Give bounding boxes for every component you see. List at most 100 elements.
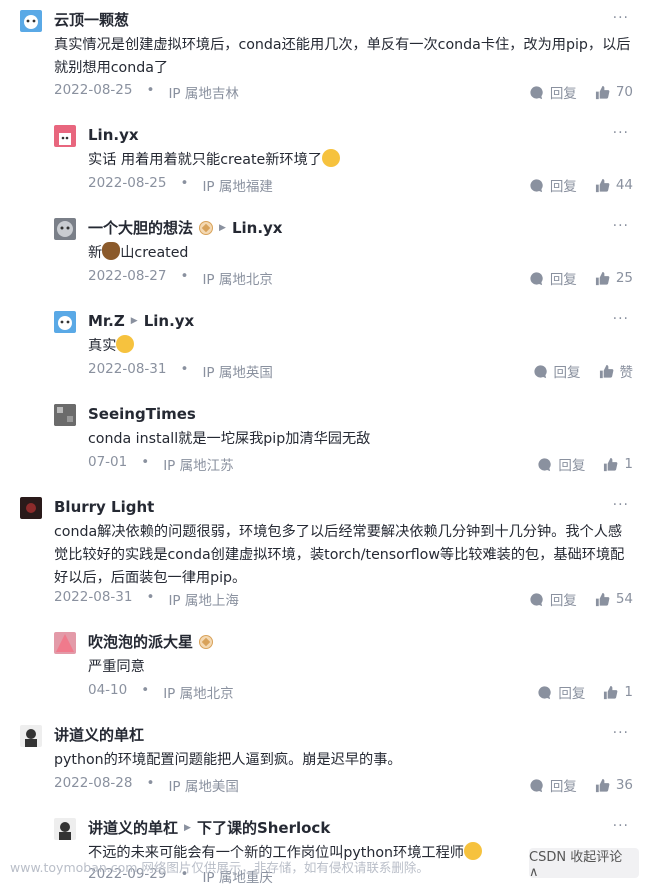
reply-to-username[interactable]: 下了课的Sherlock: [197, 818, 330, 838]
more-icon[interactable]: ···: [613, 818, 629, 834]
thumbs-up-icon: [595, 592, 610, 606]
reply-icon: [530, 85, 543, 99]
avatar[interactable]: [20, 10, 42, 32]
reply-button[interactable]: 回复: [529, 175, 577, 195]
thumbs-up-icon: [599, 364, 613, 378]
username[interactable]: 一个大胆的想法: [88, 218, 193, 238]
comment-text: 真实情况是创建虚拟环境后，conda还能用几次，单反有一次conda卡住，改为用…: [54, 37, 631, 76]
avatar[interactable]: [54, 404, 76, 426]
more-icon[interactable]: ···: [613, 311, 629, 327]
ip-location: IP 属地英国: [202, 365, 273, 381]
rofl-emoji-icon: [321, 149, 340, 167]
ip-location: IP 属地上海: [168, 593, 239, 609]
comment-date: 2022-08-31: [88, 361, 167, 377]
thumbs-up-icon: [604, 685, 618, 699]
avatar[interactable]: [54, 311, 76, 333]
reply-button[interactable]: 回复: [533, 361, 581, 381]
ip-location: IP 属地吉林: [168, 86, 239, 102]
reply-icon: [533, 364, 547, 378]
thumbs-up-icon: [595, 178, 610, 192]
comment-date: 2022-08-28: [54, 775, 133, 791]
comment-text: conda install就是一坨屎我pip加清华园无敌: [88, 431, 371, 447]
comment-text: 严重同意: [88, 659, 145, 675]
level-badge-icon: [199, 635, 214, 649]
ip-location: IP 属地北京: [202, 272, 273, 288]
thumbs-up-icon: [604, 457, 618, 471]
reply-icon: [538, 457, 552, 471]
more-icon[interactable]: ···: [613, 125, 629, 141]
like-button[interactable]: 1: [603, 684, 633, 700]
username[interactable]: 吹泡泡的派大星: [88, 632, 193, 652]
like-button[interactable]: 25: [595, 270, 633, 286]
watermark: www.toymoban.com 网络图片仅供展示，非存储，如有侵权请联系删除。: [10, 860, 429, 875]
dot: •: [180, 268, 189, 284]
avatar[interactable]: [54, 125, 76, 147]
dot: •: [146, 775, 155, 791]
reply-icon: [538, 685, 552, 699]
avatar[interactable]: [20, 725, 42, 747]
reply-icon: [530, 592, 543, 606]
avatar[interactable]: [54, 218, 76, 240]
username[interactable]: Blurry Light: [54, 497, 154, 517]
avatar[interactable]: [20, 497, 42, 519]
ip-location: IP 属地福建: [202, 179, 273, 195]
like-button[interactable]: 赞: [599, 361, 633, 381]
reply-arrow-icon: ▶: [130, 316, 138, 326]
like-button[interactable]: 44: [595, 177, 633, 193]
reply-button[interactable]: 回复: [537, 682, 585, 702]
poop-emoji-icon: [102, 242, 121, 260]
avatar[interactable]: [54, 818, 76, 840]
username[interactable]: SeeingTimes: [88, 404, 196, 424]
reply-button[interactable]: 回复: [537, 454, 585, 474]
reply-icon: [530, 271, 543, 285]
reply-button[interactable]: 回复: [529, 775, 577, 795]
comment-date: 2022-08-25: [88, 175, 167, 191]
username[interactable]: 讲道义的单杠: [88, 818, 178, 838]
avatar[interactable]: [54, 632, 76, 654]
like-button[interactable]: 36: [595, 777, 633, 793]
dot: •: [141, 682, 150, 698]
reply-to-username[interactable]: Lin.yx: [232, 218, 283, 238]
reply-button[interactable]: 回复: [529, 268, 577, 288]
dot: •: [141, 454, 150, 470]
comment-text: 新山created: [88, 242, 633, 265]
like-button[interactable]: 54: [595, 591, 633, 607]
more-icon[interactable]: ···: [613, 725, 629, 741]
username[interactable]: Lin.yx: [88, 125, 139, 145]
ip-location: IP 属地美国: [168, 779, 239, 795]
comment-date: 2022-08-31: [54, 589, 133, 605]
sweat-emoji-icon: [116, 335, 135, 353]
dot: •: [180, 361, 189, 377]
rofl-emoji-icon: [463, 842, 482, 860]
username[interactable]: 云顶一颗葱: [54, 10, 129, 30]
more-icon[interactable]: ···: [613, 497, 629, 513]
thumbs-up-icon: [595, 85, 610, 99]
dot: •: [180, 175, 189, 191]
reply-button[interactable]: 回复: [529, 589, 577, 609]
reply-icon: [530, 178, 543, 192]
like-button[interactable]: 1: [603, 456, 633, 472]
dot: •: [146, 82, 155, 98]
comment-date: 07-01: [88, 454, 128, 470]
ip-location: IP 属地江苏: [163, 458, 234, 474]
thumbs-up-icon: [595, 778, 610, 792]
reply-button[interactable]: 回复: [529, 82, 577, 102]
username[interactable]: Mr.Z: [88, 311, 125, 331]
reply-icon: [530, 778, 543, 792]
username[interactable]: 讲道义的单杠: [54, 725, 144, 745]
thumbs-up-icon: [595, 271, 610, 285]
level-badge-icon: [199, 221, 214, 235]
comment-text: 实话 用着用着就只能create新环境了: [88, 149, 633, 172]
more-icon[interactable]: ···: [613, 10, 629, 26]
comment-date: 2022-08-27: [88, 268, 167, 284]
dot: •: [146, 589, 155, 605]
reply-arrow-icon: ▶: [219, 223, 226, 233]
comment-date: 2022-08-25: [54, 82, 133, 98]
more-icon[interactable]: ···: [613, 218, 629, 234]
comment-text: python的环境配置问题能把人逼到疯。崩是迟早的事。: [54, 752, 402, 768]
comment-date: 04-10: [88, 682, 128, 698]
reply-arrow-icon: ▶: [184, 823, 191, 833]
collapse-comments-button[interactable]: CSDN 收起评论 ∧: [529, 848, 639, 880]
reply-to-username[interactable]: Lin.yx: [144, 311, 195, 331]
like-button[interactable]: 70: [595, 84, 633, 100]
